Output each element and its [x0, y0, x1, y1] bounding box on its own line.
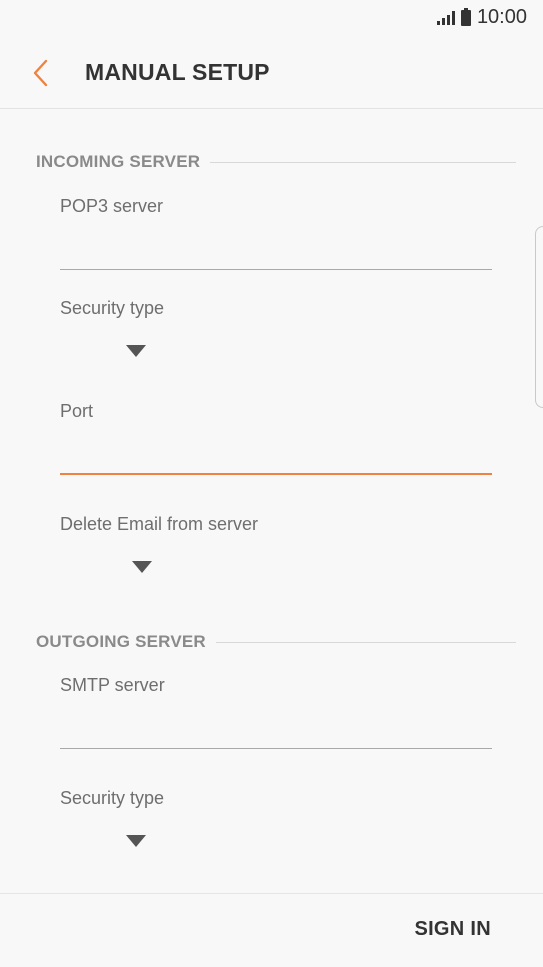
outgoing-server-header-label: OUTGOING SERVER — [36, 632, 206, 651]
sign-in-button[interactable]: SIGN IN — [414, 918, 491, 941]
outgoing-security-type-label: Security type — [60, 788, 165, 808]
dropdown-arrow-icon — [132, 561, 152, 573]
back-button[interactable] — [28, 56, 58, 90]
pop3-server-input[interactable] — [60, 236, 492, 270]
outgoing-security-type-dropdown[interactable] — [116, 828, 156, 854]
port-input[interactable] — [60, 441, 492, 475]
bottom-bar: SIGN IN — [0, 893, 543, 967]
delete-email-label: Delete Email from server — [60, 514, 259, 534]
smtp-server-label: SMTP server — [60, 675, 165, 695]
signal-icon — [436, 10, 455, 25]
chevron-left-icon — [33, 59, 48, 87]
incoming-security-type-label: Security type — [60, 298, 165, 318]
incoming-security-type-dropdown[interactable] — [116, 338, 156, 364]
pop3-server-label: POP3 server — [60, 196, 164, 216]
app-bar: MANUAL SETUP — [0, 38, 543, 109]
status-icons: 10:00 — [436, 6, 527, 29]
status-time: 10:00 — [476, 6, 527, 28]
section-divider — [215, 641, 516, 643]
incoming-server-header: INCOMING SERVER — [36, 152, 516, 172]
section-divider — [210, 161, 516, 163]
incoming-server-header-label: INCOMING SERVER — [36, 152, 201, 171]
status-bar: 10:00 — [0, 0, 543, 38]
scroll-handle[interactable] — [535, 226, 543, 408]
battery-icon — [460, 7, 471, 26]
delete-email-dropdown[interactable] — [122, 554, 162, 580]
smtp-server-input[interactable] — [60, 715, 492, 749]
page-title: MANUAL SETUP — [85, 59, 270, 85]
port-label: Port — [60, 401, 94, 421]
outgoing-server-header: OUTGOING SERVER — [36, 632, 516, 652]
dropdown-arrow-icon — [126, 835, 146, 847]
dropdown-arrow-icon — [126, 345, 146, 357]
